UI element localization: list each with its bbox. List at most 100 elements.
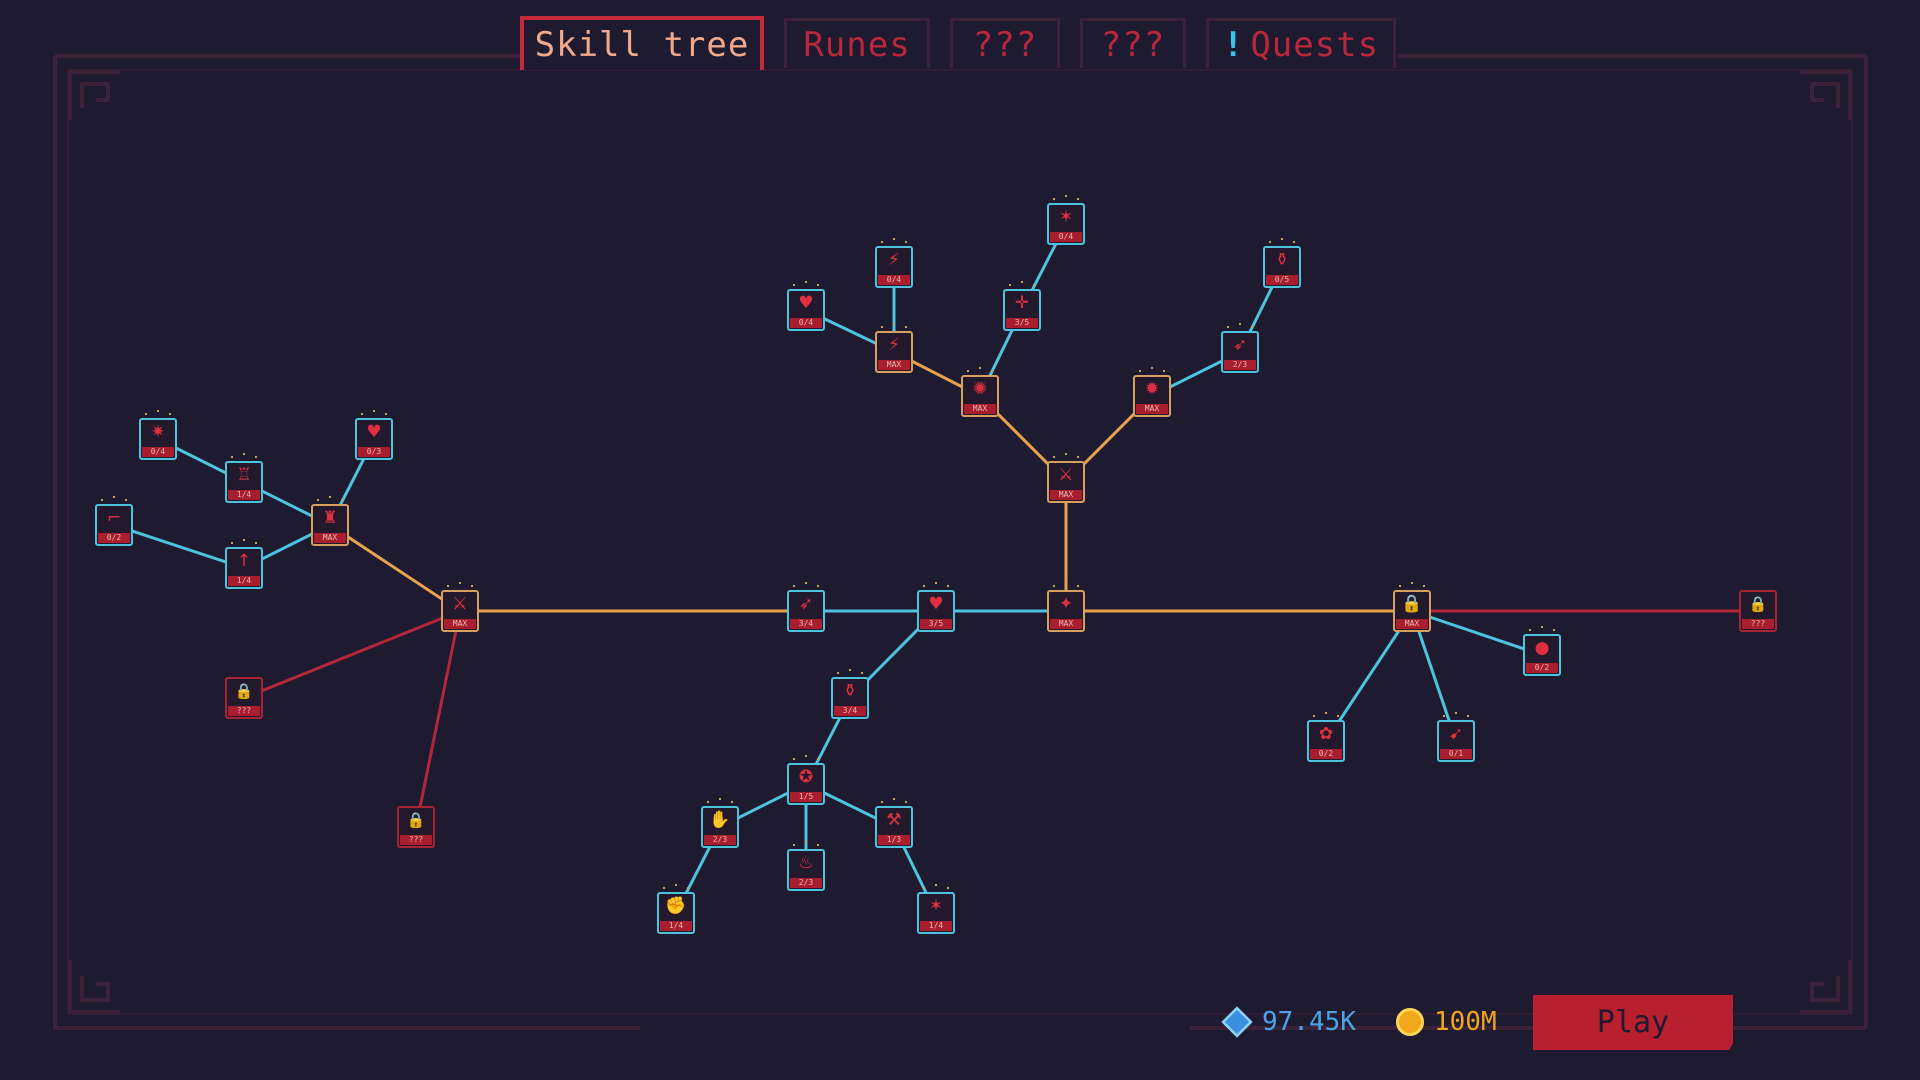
sparkle-icon (793, 284, 795, 286)
skill-node[interactable]: ✊ 1/4 (657, 884, 695, 934)
gold-counter: 100M (1396, 1002, 1497, 1042)
skill-node[interactable]: 🔒??? (1739, 590, 1777, 632)
claw-icon: ✶ (928, 896, 944, 916)
skill-node[interactable]: ♥ 3/5 (917, 582, 955, 632)
tab-skill-tree-label: Skill tree (534, 25, 750, 65)
feather-icon: ➹ (1448, 724, 1464, 744)
sparkle-icon (1269, 241, 1271, 243)
tab-locked-1[interactable]: ??? (950, 18, 1060, 68)
skill-node[interactable]: ✶ 0/4 (1047, 195, 1085, 245)
skill-node[interactable]: ↑ 1/4 (225, 539, 263, 589)
runner-icon: ⚡ (888, 335, 900, 355)
tab-quests[interactable]: ! Quests (1206, 18, 1396, 68)
play-button[interactable]: Play (1533, 995, 1733, 1050)
orb-icon: ● (1534, 638, 1550, 658)
sparkle-icon (169, 413, 171, 415)
sword-icon: ⚔ (1058, 465, 1074, 485)
skill-level-label: 3/5 (920, 619, 952, 629)
figure-icon: ✪ (798, 767, 814, 787)
tab-quests-label: Quests (1250, 24, 1380, 65)
skill-level-label: 2/3 (704, 835, 736, 845)
sparkle-icon (329, 496, 331, 498)
skill-node[interactable]: ♖ 1/4 (225, 453, 263, 503)
skill-node[interactable]: 🔒 MAX (1393, 582, 1431, 632)
sparkle-icon (817, 585, 819, 587)
skill-node[interactable]: ✶ 1/4 (917, 884, 955, 934)
skill-node[interactable]: ⚔ MAX (441, 582, 479, 632)
skill-level-label: 0/4 (790, 318, 822, 328)
sparkle-icon (1325, 712, 1327, 714)
sparkle-icon (1077, 198, 1079, 200)
arrow-up-icon: ↑ (236, 551, 252, 571)
sparkle-icon (243, 539, 245, 541)
tab-runes[interactable]: Runes (784, 18, 930, 68)
skill-node[interactable]: ✛ 3/5 (1003, 281, 1041, 331)
skill-level-label: 0/4 (142, 447, 174, 457)
sparkle-icon (1151, 367, 1153, 369)
skill-node[interactable]: ➶ 2/3 (1221, 323, 1259, 373)
skill-node[interactable]: ✿ 0/2 (1307, 712, 1345, 762)
skill-node[interactable]: ⚡ 0/4 (875, 238, 913, 288)
skill-node[interactable]: ● 0/2 (1523, 626, 1561, 676)
skill-node[interactable]: ♨ 2/3 (787, 841, 825, 891)
skill-node[interactable]: ✺ MAX (961, 367, 999, 417)
skill-node[interactable]: ⌐ 0/2 (95, 496, 133, 546)
skill-node[interactable]: ➶ 3/4 (787, 582, 825, 632)
sparkle-icon (459, 582, 461, 584)
skill-level-label: MAX (314, 533, 346, 543)
skill-node[interactable]: ⚡ MAX (875, 323, 913, 373)
sparkle-icon (1065, 195, 1067, 197)
beetle-icon: ✹ (1144, 379, 1160, 399)
sparkle-icon (1033, 284, 1035, 286)
double-runner-icon: ⚡ (888, 250, 900, 270)
skill-level-label: 3/4 (790, 619, 822, 629)
totem-icon: ♖ (236, 465, 252, 485)
sparkle-icon (1399, 585, 1401, 587)
sparkle-icon (317, 499, 319, 501)
skill-node[interactable]: ✋ 2/3 (701, 798, 739, 848)
skill-level-label: ??? (228, 706, 260, 716)
sparkle-icon (881, 801, 883, 803)
skill-node[interactable]: ⚔ MAX (1047, 453, 1085, 503)
skill-node[interactable]: ⚱ 3/4 (831, 669, 869, 719)
skill-level-label: 0/3 (358, 447, 390, 457)
skill-node[interactable]: 🔒??? (397, 806, 435, 848)
skill-level-label: 0/1 (1440, 749, 1472, 759)
tab-locked-2[interactable]: ??? (1080, 18, 1186, 68)
sparkle-icon (881, 241, 883, 243)
skill-node[interactable]: ♜ MAX (311, 496, 349, 546)
sparkle-icon (361, 413, 363, 415)
sparkle-icon (1077, 456, 1079, 458)
play-button-label: Play (1596, 1005, 1670, 1040)
sparkle-icon (849, 669, 851, 671)
skill-node[interactable]: ➹ 0/1 (1437, 712, 1475, 762)
star-icon: ✦ (1058, 594, 1074, 614)
tab-skill-tree[interactable]: Skill tree (520, 16, 764, 70)
skill-node[interactable]: ♥ 0/4 (787, 281, 825, 331)
skill-node[interactable]: 🔒??? (225, 677, 263, 719)
skill-level-label: 1/4 (920, 921, 952, 931)
skill-node[interactable]: ✹ MAX (1133, 367, 1171, 417)
sparkle-icon (663, 887, 665, 889)
sparkle-icon (1077, 585, 1079, 587)
sparkle-icon (385, 413, 387, 415)
sparkle-icon (991, 370, 993, 372)
gem-counter: 97.45K (1221, 1002, 1356, 1042)
skill-node[interactable]: ✷ 0/4 (139, 410, 177, 460)
skill-level-label: 2/3 (1224, 360, 1256, 370)
splash-icon: ✷ (150, 422, 166, 442)
skill-node[interactable]: ♥ 0/3 (355, 410, 393, 460)
sparkle-icon (979, 367, 981, 369)
heart-plus-icon: ♥ (798, 293, 814, 313)
crosshair-icon: ✛ (1014, 293, 1030, 313)
skill-node[interactable]: ✪ 1/5 (787, 755, 825, 805)
skill-level-label: 1/5 (790, 792, 822, 802)
skill-tree-connections (113, 223, 1758, 914)
sparkle-icon (1139, 370, 1141, 372)
skill-node[interactable]: ✦ MAX (1047, 582, 1085, 632)
skill-node[interactable]: ⚱ 0/5 (1263, 238, 1301, 288)
sparkle-icon (881, 326, 883, 328)
sparkle-icon (145, 413, 147, 415)
skill-node[interactable]: ⚒ 1/3 (875, 798, 913, 848)
sparkle-icon (935, 884, 937, 886)
